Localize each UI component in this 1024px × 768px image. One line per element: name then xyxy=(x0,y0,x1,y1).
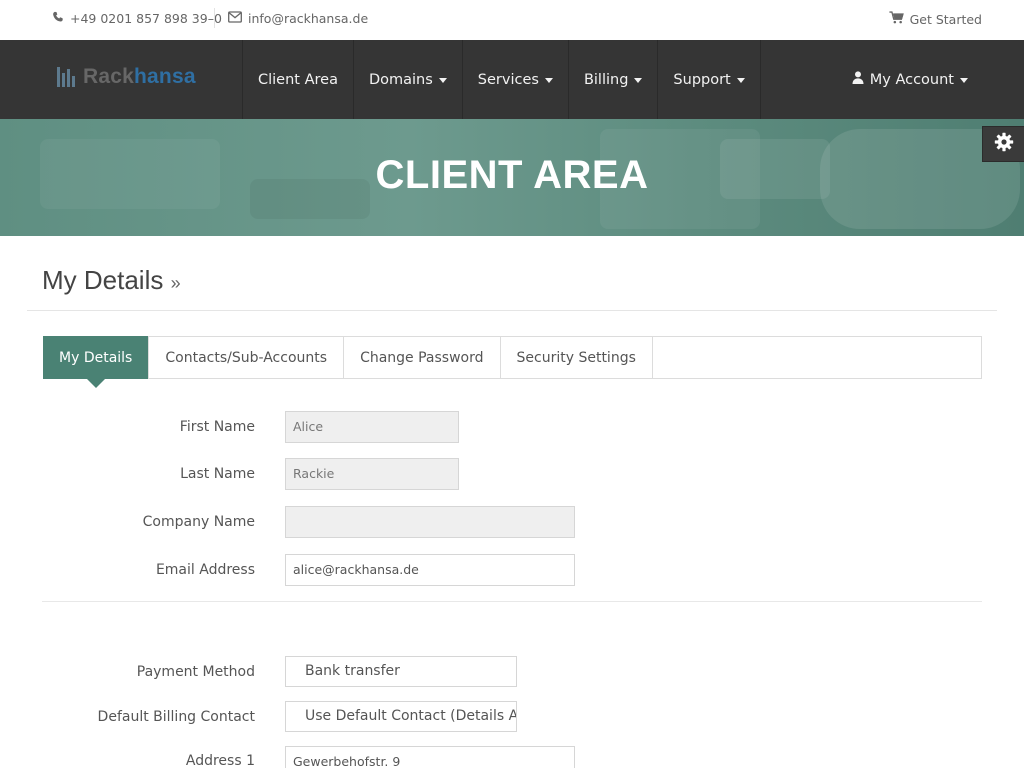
nav-item-services[interactable]: Services xyxy=(463,40,569,119)
details-tabs: My Details Contacts/Sub-Accounts Change … xyxy=(43,336,982,388)
nav-label: Support xyxy=(673,71,731,88)
first-name-field[interactable]: Alice xyxy=(285,411,459,443)
form-divider xyxy=(42,601,982,602)
cart-icon xyxy=(888,11,904,27)
page-title: My Details » xyxy=(42,265,181,296)
logo-bars-icon xyxy=(57,67,77,87)
banner-title: CLIENT AREA xyxy=(375,153,649,197)
nav-item-support[interactable]: Support xyxy=(658,40,761,119)
main-navbar: Rack hansa Client Area Domains Services B… xyxy=(0,40,1024,119)
brand-logo[interactable]: Rack hansa xyxy=(57,65,196,89)
payment-method-select[interactable]: Bank transfer xyxy=(285,656,517,687)
nav-label: Services xyxy=(477,71,539,88)
address1-field[interactable]: Gewerbehofstr. 9 xyxy=(285,746,575,768)
get-started-label: Get Started xyxy=(909,11,982,27)
nav-my-account[interactable]: My Account xyxy=(852,40,968,119)
nav-label: Client Area xyxy=(258,71,338,88)
payment-method-label: Payment Method xyxy=(136,664,255,680)
gear-icon xyxy=(994,132,1014,156)
billing-contact-select[interactable]: Use Default Contact (Details Above) xyxy=(285,701,517,732)
tab-change-password[interactable]: Change Password xyxy=(344,337,501,378)
contact-phone[interactable]: +49 0201 857 898 39–0 xyxy=(52,11,222,26)
account-label: My Account xyxy=(869,71,954,88)
nav-item-domains[interactable]: Domains xyxy=(354,40,463,119)
billing-contact-label: Default Billing Contact xyxy=(97,709,255,725)
tab-security-settings[interactable]: Security Settings xyxy=(501,337,653,378)
phone-text: +49 0201 857 898 39–0 xyxy=(70,11,222,26)
tab-label: Change Password xyxy=(360,349,484,366)
brand-part-rack: Rack xyxy=(83,65,135,88)
email-address-label: Email Address xyxy=(155,562,255,578)
company-name-label: Company Name xyxy=(142,514,255,530)
nav-item-billing[interactable]: Billing xyxy=(569,40,659,119)
brand-part-hansa: hansa xyxy=(134,65,196,88)
phone-icon xyxy=(52,11,64,26)
company-name-field[interactable] xyxy=(285,506,575,538)
chevron-down-icon xyxy=(438,78,447,83)
last-name-field[interactable]: Rackie xyxy=(285,458,459,490)
nav-item-client-area[interactable]: Client Area xyxy=(243,40,354,119)
nav-label: Domains xyxy=(368,71,433,88)
settings-toggle-button[interactable] xyxy=(982,126,1024,162)
nav-label: Billing xyxy=(583,71,629,88)
chevron-down-icon xyxy=(736,78,745,83)
user-icon xyxy=(852,71,864,88)
chevron-down-icon xyxy=(960,78,968,83)
nav-menu: Client Area Domains Services Billing Sup… xyxy=(242,40,761,119)
tab-contacts-sub-accounts[interactable]: Contacts/Sub-Accounts xyxy=(149,337,345,378)
tab-label: Security Settings xyxy=(516,349,636,366)
email-address-field[interactable]: alice@rackhansa.de xyxy=(285,554,575,586)
email-text: info@rackhansa.de xyxy=(248,11,369,26)
first-name-label: First Name xyxy=(179,419,255,435)
tab-label: My Details xyxy=(59,349,133,366)
address1-label: Address 1 xyxy=(185,753,255,768)
get-started-link[interactable]: Get Started xyxy=(888,11,982,27)
page-title-text: My Details xyxy=(42,265,164,295)
last-name-label: Last Name xyxy=(180,466,255,482)
page-banner: CLIENT AREA xyxy=(0,119,1024,236)
envelope-icon xyxy=(228,11,242,26)
chevron-down-icon xyxy=(634,78,643,83)
title-divider xyxy=(27,310,997,311)
contact-email[interactable]: info@rackhansa.de xyxy=(228,11,368,26)
tab-label: Contacts/Sub-Accounts xyxy=(165,349,328,366)
page-title-suffix: » xyxy=(170,273,181,293)
top-bar: +49 0201 857 898 39–0 info@rackhansa.de … xyxy=(0,0,1024,40)
chevron-down-icon xyxy=(544,78,553,83)
tab-my-details[interactable]: My Details xyxy=(43,336,150,388)
topbar-divider xyxy=(214,8,215,28)
